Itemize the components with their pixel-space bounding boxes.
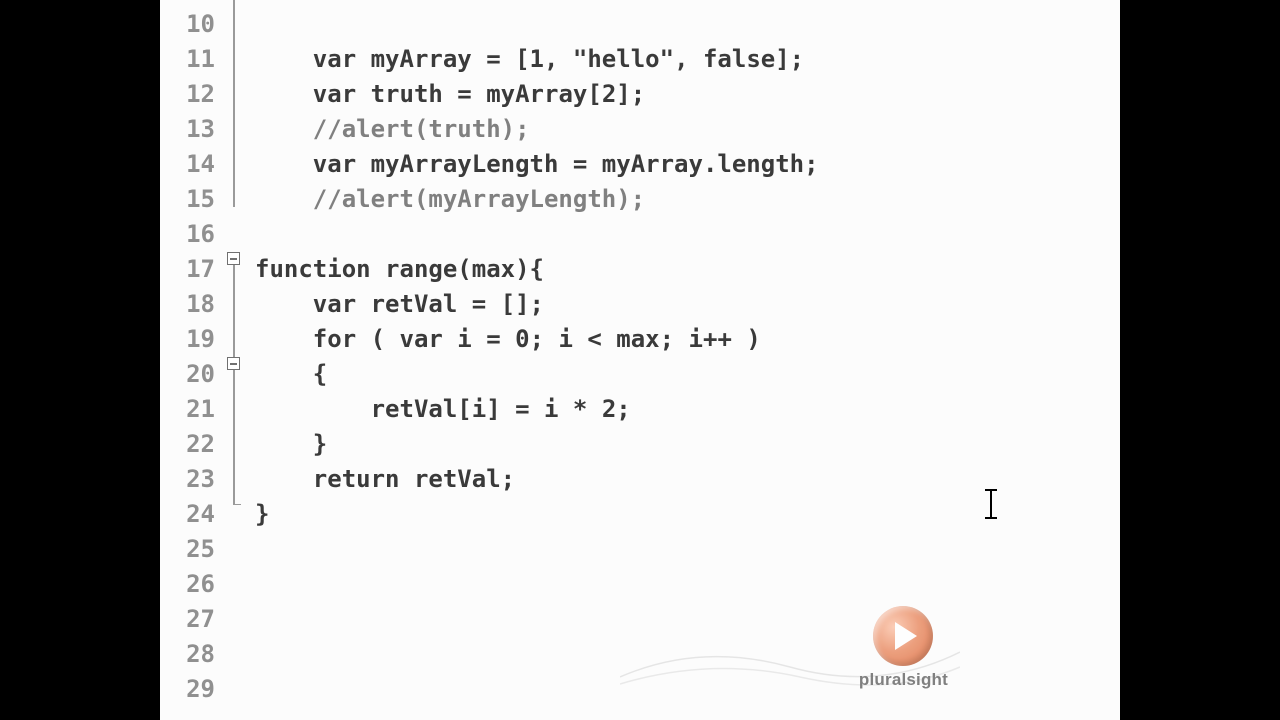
code-line[interactable]: 17function range(max){ xyxy=(160,242,1120,277)
code-line[interactable]: 27 xyxy=(160,592,1120,627)
fold-gutter xyxy=(225,662,255,697)
line-number: 16 xyxy=(160,217,225,252)
code-content[interactable]: //alert(truth); xyxy=(255,112,530,147)
fold-gutter xyxy=(225,277,255,312)
line-number: 11 xyxy=(160,42,225,77)
line-number: 27 xyxy=(160,602,225,637)
code-line[interactable]: 25 xyxy=(160,522,1120,557)
code-content[interactable]: function range(max){ xyxy=(255,252,544,287)
fold-toggle-icon[interactable] xyxy=(227,252,240,265)
code-content[interactable]: } xyxy=(255,427,327,462)
line-number: 22 xyxy=(160,427,225,462)
fold-gutter[interactable] xyxy=(225,347,255,382)
line-number: 24 xyxy=(160,497,225,532)
fold-gutter[interactable] xyxy=(225,242,255,277)
code-line[interactable]: 24} xyxy=(160,487,1120,522)
line-number: 15 xyxy=(160,182,225,217)
fold-gutter xyxy=(225,137,255,172)
editor-viewport: 1011 var myArray = [1, "hello", false];1… xyxy=(160,0,1120,720)
code-content[interactable]: //alert(myArrayLength); xyxy=(255,182,645,217)
code-content[interactable]: { xyxy=(255,357,327,392)
fold-gutter xyxy=(225,102,255,137)
fold-gutter xyxy=(225,592,255,627)
code-content[interactable]: var myArray = [1, "hello", false]; xyxy=(255,42,804,77)
fold-gutter xyxy=(225,417,255,452)
fold-gutter xyxy=(225,207,255,242)
line-number: 20 xyxy=(160,357,225,392)
line-number: 28 xyxy=(160,637,225,672)
code-content[interactable]: for ( var i = 0; i < max; i++ ) xyxy=(255,322,761,357)
code-line[interactable]: 10 xyxy=(160,0,1120,32)
code-line[interactable]: 29 xyxy=(160,662,1120,697)
line-number: 21 xyxy=(160,392,225,427)
fold-gutter xyxy=(225,312,255,347)
fold-gutter xyxy=(225,0,255,32)
line-number: 25 xyxy=(160,532,225,567)
fold-gutter xyxy=(225,557,255,592)
code-content[interactable]: var myArrayLength = myArray.length; xyxy=(255,147,819,182)
line-number: 19 xyxy=(160,322,225,357)
code-line[interactable]: 26 xyxy=(160,557,1120,592)
code-content[interactable]: retVal[i] = i * 2; xyxy=(255,392,631,427)
line-number: 26 xyxy=(160,567,225,602)
code-line[interactable]: 11 var myArray = [1, "hello", false]; xyxy=(160,32,1120,67)
fold-gutter xyxy=(225,452,255,487)
code-editor[interactable]: 1011 var myArray = [1, "hello", false];1… xyxy=(160,0,1120,717)
code-content[interactable]: var truth = myArray[2]; xyxy=(255,77,645,112)
fold-gutter xyxy=(225,487,255,522)
code-line[interactable]: 28 xyxy=(160,627,1120,662)
line-number: 14 xyxy=(160,147,225,182)
line-number: 13 xyxy=(160,112,225,147)
fold-gutter xyxy=(225,32,255,67)
text-cursor-icon xyxy=(990,489,992,519)
fold-gutter xyxy=(225,67,255,102)
fold-gutter xyxy=(225,382,255,417)
code-content[interactable]: } xyxy=(255,497,269,532)
line-number: 17 xyxy=(160,252,225,287)
fold-gutter xyxy=(225,522,255,557)
line-number: 10 xyxy=(160,7,225,42)
fold-toggle-icon[interactable] xyxy=(227,357,240,370)
line-number: 18 xyxy=(160,287,225,322)
line-number: 12 xyxy=(160,77,225,112)
fold-gutter xyxy=(225,627,255,662)
code-content[interactable]: var retVal = []; xyxy=(255,287,544,322)
fold-gutter xyxy=(225,172,255,207)
line-number: 29 xyxy=(160,672,225,707)
